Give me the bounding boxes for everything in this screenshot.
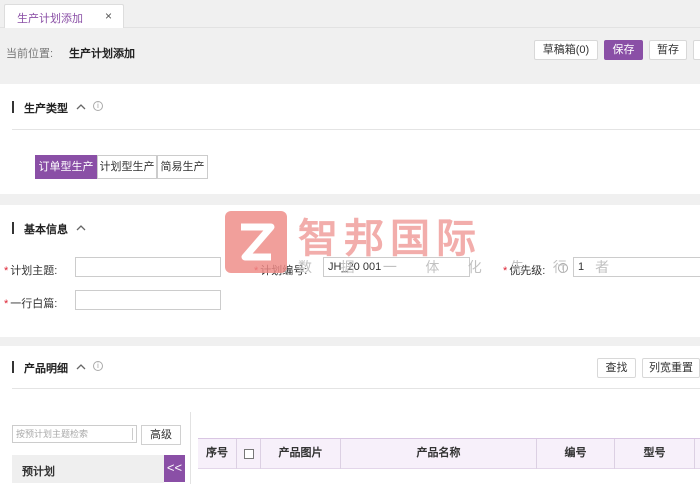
temp-save-button[interactable]: 暂存 (649, 40, 687, 60)
reset-column-width-button[interactable]: 列宽重置 (642, 358, 700, 378)
chevron-up-icon[interactable] (75, 102, 87, 112)
table-header: 序号 产品图片 产品名称 编号 型号 (198, 438, 700, 469)
save-button[interactable]: 保存 (604, 40, 643, 60)
page-title: 生产计划添加 (69, 48, 135, 60)
plan-subject-input[interactable] (75, 257, 221, 277)
tab-label: 生产计划添加 (17, 13, 83, 25)
one-line-note-label: * 一行白篇: (4, 298, 58, 310)
section-marker (12, 222, 14, 234)
close-icon[interactable]: × (105, 9, 112, 23)
column-header-index[interactable]: 序号 (198, 439, 237, 469)
production-type-title: 生产类型 (24, 103, 68, 115)
watermark-slogan: 数 据 一 体 化 先 行 者 (298, 260, 622, 276)
section-marker (12, 101, 14, 113)
basic-info-title: 基本信息 (24, 224, 68, 236)
breadcrumb-label: 当前位置: (6, 48, 54, 60)
tab-production-plan-add[interactable]: 生产计划添加 × (4, 4, 124, 28)
type-option-order[interactable]: 订单型生产 (35, 155, 97, 179)
chevron-up-icon[interactable] (75, 362, 87, 372)
plan-search-input[interactable]: 按预计划主题检索 (12, 425, 137, 443)
plan-subject-label: * 计划主题: (4, 265, 58, 277)
search-divider (132, 428, 133, 440)
find-button[interactable]: 查找 (597, 358, 636, 378)
pre-plan-title: 预计划 (22, 466, 55, 478)
column-header-product-name[interactable]: 产品名称 (341, 439, 537, 469)
product-detail-title: 产品明细 (24, 363, 68, 375)
section-marker (12, 361, 14, 373)
type-option-simple[interactable]: 简易生产 (157, 155, 208, 179)
type-option-planned[interactable]: 计划型生产 (97, 155, 157, 179)
tab-bar: 生产计划添加 × (0, 0, 700, 28)
more-button[interactable] (693, 40, 700, 60)
one-line-note-input[interactable] (75, 290, 221, 310)
select-all-checkbox[interactable] (244, 449, 254, 459)
watermark-brand: 智邦国际 (298, 216, 482, 262)
column-header-model[interactable]: 型号 (615, 439, 695, 469)
advanced-search-button[interactable]: 高级 (141, 425, 181, 445)
divider (12, 388, 700, 389)
search-placeholder: 按预计划主题检索 (16, 429, 89, 439)
watermark-logo (225, 211, 287, 273)
drafts-button[interactable]: 草稿箱(0) (534, 40, 598, 60)
pre-plan-header: 预计划 (12, 455, 164, 483)
collapse-panel-button[interactable]: << (164, 455, 185, 482)
chevron-up-icon[interactable] (75, 223, 87, 233)
column-header-code[interactable]: 编号 (537, 439, 615, 469)
divider (12, 129, 700, 130)
info-icon: i (93, 101, 103, 111)
top-toolbar: 当前位置: 生产计划添加 草稿箱(0) 保存 暂存 (0, 29, 700, 75)
watermark-z-icon (241, 223, 275, 261)
column-header-select[interactable] (237, 439, 261, 469)
column-header-product-image[interactable]: 产品图片 (261, 439, 341, 469)
info-icon: i (93, 361, 103, 371)
